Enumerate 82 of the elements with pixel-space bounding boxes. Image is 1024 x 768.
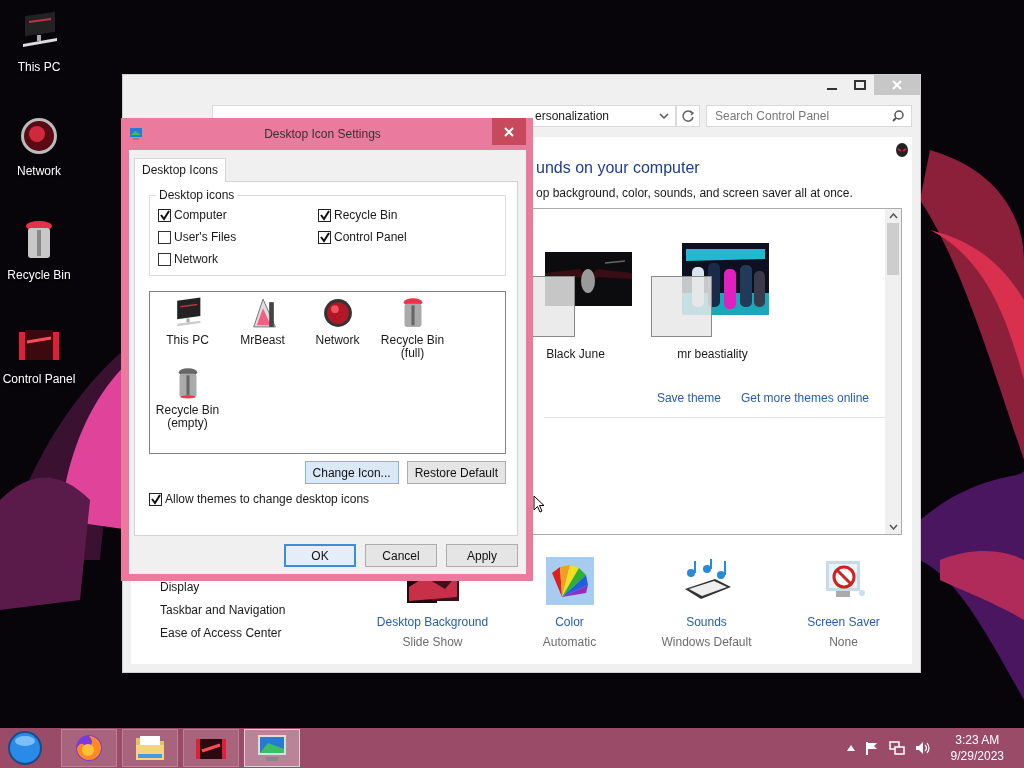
icon-label[interactable]: MrBeast [226,334,299,347]
color-swatch [651,276,712,337]
volume-icon[interactable] [914,741,931,755]
setting-value: None [829,635,858,649]
button[interactable]: Restore Default [406,461,506,484]
refresh-icon [681,109,695,123]
close-icon [892,80,902,90]
clock[interactable]: 3:23 AM 9/29/2023 [950,732,1004,764]
setting-link[interactable]: Color [555,615,584,629]
folder-icon [134,734,166,762]
page-description: op background, color, sounds, and screen saver all at once. [536,186,854,200]
color-palette-icon[interactable] [545,557,594,605]
taskbar-button[interactable] [183,729,239,767]
group-label: Desktop icons [156,188,238,202]
theme-item[interactable]: mr beastiality [644,243,781,361]
caret-up-icon[interactable] [846,745,855,751]
taskbar-button[interactable] [244,729,300,767]
icon-label[interactable]: Recycle Bin (empty) [151,404,224,430]
checkbox-label[interactable]: Network [174,252,218,266]
button[interactable]: Apply [446,544,518,567]
setting-link[interactable]: Desktop Background [376,615,489,629]
setting-value: Automatic [542,635,597,649]
desktop-icon-label[interactable]: Control Panel [2,372,76,386]
link[interactable]: Get more themes online [740,391,869,405]
mouse-cursor-icon [533,495,545,513]
desktop-icon-label[interactable]: Recycle Bin [7,268,71,282]
desktop-icon-label[interactable]: Network [17,164,61,178]
search-field[interactable]: Search Control Panel [706,105,912,127]
time: 3:23 AM [955,732,1000,748]
checkbox[interactable] [149,492,162,506]
close-button[interactable] [492,118,526,145]
theme-name[interactable]: Black June [546,347,605,361]
checkbox-label[interactable]: Computer [174,208,227,222]
button[interactable]: Cancel [365,544,437,567]
page-heading: unds on your computer [536,159,701,177]
close-icon [504,126,514,137]
maximize-icon [854,80,866,90]
monitor-icon [129,127,143,141]
checkbox[interactable] [158,208,171,222]
breadcrumb[interactable]: ersonalization [535,109,610,123]
link[interactable]: Save theme [656,391,721,405]
link[interactable]: Ease of Access Center [160,625,354,642]
setting-value: Slide Show [402,635,463,649]
link[interactable]: Display [160,579,354,596]
flag-icon[interactable] [864,741,879,755]
scrollbar-thumb[interactable] [887,223,899,275]
monitor-icon [256,733,288,763]
button[interactable]: OK [284,544,356,567]
checkbox-label[interactable]: User's Files [174,230,237,244]
button[interactable]: Change Icon... [304,461,399,484]
search-icon[interactable] [892,110,904,122]
date: 9/29/2023 [950,748,1004,764]
setting-value: Windows Default [661,635,752,649]
icon-label[interactable]: This PC [151,334,224,347]
taskbar-button[interactable] [122,729,178,767]
taskbar-button[interactable] [61,729,117,767]
checkbox-label[interactable]: Control Panel [334,230,407,244]
icon-label[interactable]: Network [301,334,374,347]
theme-name[interactable]: mr beastiality [677,347,748,361]
dialog-title: Desktop Icon Settings [263,127,382,141]
network-icon[interactable] [888,741,905,755]
fox-globe-icon [74,733,104,763]
refresh-button[interactable] [676,105,700,127]
alien-head-icon [896,143,908,159]
caret-up-icon[interactable] [888,213,898,219]
setting-link[interactable]: Screen Saver [807,615,880,629]
icon-label[interactable]: Recycle Bin (full) [376,334,449,360]
chevron-down-icon[interactable] [659,112,669,120]
tab[interactable]: Desktop Icons [134,158,227,182]
checkbox-label[interactable]: Allow themes to change desktop icons [165,492,370,506]
link[interactable]: Taskbar and Navigation [160,602,354,619]
start-button[interactable] [6,729,44,767]
caret-down-icon[interactable] [888,524,898,530]
checkbox[interactable] [318,208,331,222]
minimize-icon [827,88,837,90]
scrollbar[interactable] [885,209,901,534]
checkbox-label[interactable]: Recycle Bin [334,208,398,222]
checkbox[interactable] [158,230,171,244]
desktop-icon-label[interactable]: This PC [17,60,61,74]
checkbox[interactable] [318,230,331,244]
setting-link[interactable]: Sounds [686,615,727,629]
checkbox[interactable] [158,252,171,266]
